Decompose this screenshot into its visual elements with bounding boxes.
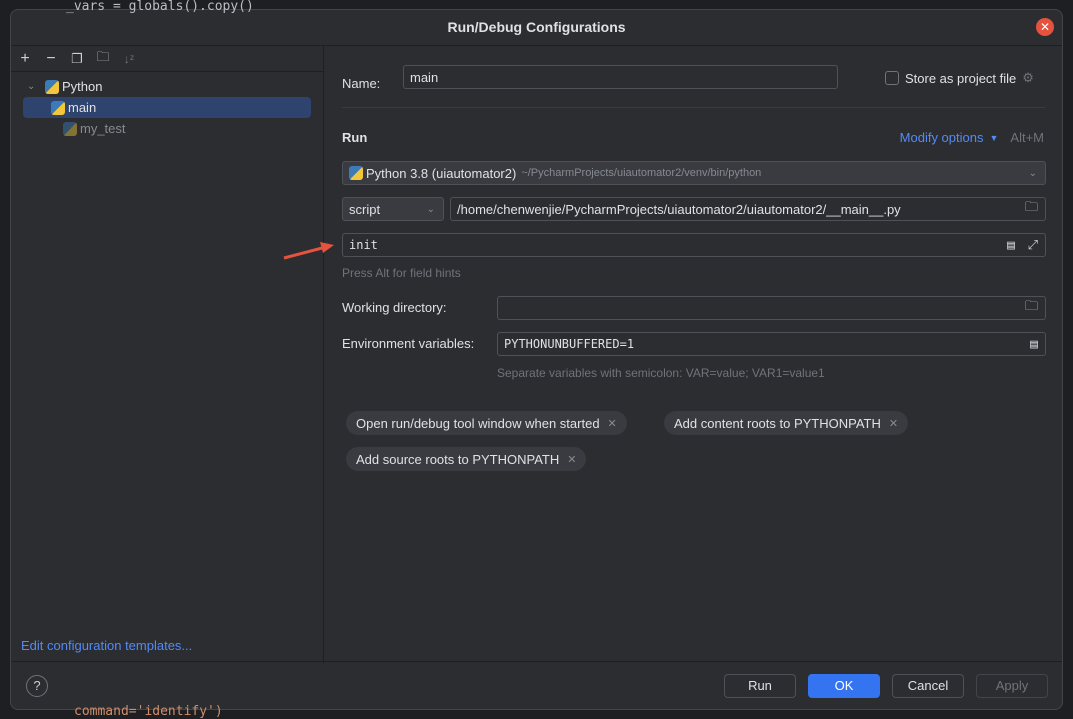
field-hint: Press Alt for field hints — [342, 266, 461, 280]
env-label: Environment variables: — [342, 336, 475, 351]
tree-item-label: main — [68, 100, 97, 115]
chip-content-roots[interactable]: Add content roots to PYTHONPATH ✕ — [664, 411, 909, 435]
edit-templates-link[interactable]: Edit configuration templates... — [21, 638, 192, 653]
gear-icon[interactable]: ⚙ — [1022, 70, 1034, 86]
red-arrow-annotation — [283, 242, 334, 260]
target-type-select[interactable]: script ⌄ — [342, 197, 444, 221]
list-icon[interactable]: ▤ — [1007, 238, 1015, 253]
chevron-down-icon: ▼ — [989, 132, 999, 143]
chip-source-roots[interactable]: Add source roots to PYTHONPATH ✕ — [346, 447, 587, 471]
run-section-label: Run — [342, 130, 368, 145]
script-path-input[interactable]: /home/chenwenjie/PycharmProjects/uiautom… — [450, 197, 1046, 221]
tree-item-main[interactable]: main — [23, 97, 311, 118]
run-button[interactable]: Run — [724, 674, 796, 698]
folder-icon[interactable]: 🗀 — [1025, 198, 1038, 220]
divider — [342, 107, 1045, 108]
config-tree-panel: + − ❐ 🗀 ↓ᶻ ⌄ Python main my_test Edit co… — [11, 46, 324, 663]
copy-icon[interactable]: ❐ — [69, 51, 85, 67]
close-icon[interactable]: ✕ — [608, 417, 617, 430]
python-icon — [51, 100, 65, 115]
name-input[interactable]: main — [403, 65, 838, 89]
sort-icon[interactable]: ↓ᶻ — [121, 52, 137, 66]
workdir-label: Working directory: — [342, 300, 447, 315]
folder-icon[interactable]: 🗀 — [1025, 297, 1038, 319]
env-input[interactable]: PYTHONUNBUFFERED=1 ▤ — [497, 332, 1046, 356]
chip-open-tool-window[interactable]: Open run/debug tool window when started ✕ — [346, 411, 627, 435]
workdir-input[interactable]: 🗀 — [497, 296, 1046, 320]
new-folder-icon[interactable]: 🗀 — [95, 48, 111, 70]
interpreter-select[interactable]: Python 3.8 (uiautomator2) ~/PycharmProje… — [342, 161, 1046, 185]
config-form: Name: main Store as project file ⚙ Run M… — [325, 46, 1062, 663]
config-tree: ⌄ Python main my_test — [11, 72, 323, 139]
chevron-down-icon[interactable]: ⌄ — [27, 81, 45, 92]
close-button[interactable]: ✕ — [1036, 18, 1054, 36]
ok-button[interactable]: OK — [808, 674, 880, 698]
chevron-down-icon: ⌄ — [1028, 167, 1037, 179]
store-checkbox[interactable] — [885, 71, 899, 85]
parameters-input[interactable]: init ▤ ⤢ — [342, 233, 1046, 257]
tree-group-label: Python — [62, 79, 103, 94]
chevron-down-icon: ⌄ — [426, 203, 435, 215]
add-icon[interactable]: + — [17, 50, 33, 68]
background-code-bottom: command='identify') — [74, 704, 223, 719]
python-icon — [63, 121, 77, 136]
tree-item-label: my_test — [80, 121, 126, 136]
python-icon — [349, 166, 363, 180]
tree-toolbar: + − ❐ 🗀 ↓ᶻ — [11, 46, 323, 72]
list-icon[interactable]: ▤ — [1030, 337, 1038, 352]
remove-icon[interactable]: − — [43, 50, 59, 68]
dialog-title: Run/Debug Configurations — [11, 10, 1062, 46]
cancel-button[interactable]: Cancel — [892, 674, 964, 698]
modify-options-button[interactable]: Modify options ▼ Alt+M — [900, 130, 1044, 145]
background-code-top: _vars = globals().copy() — [66, 0, 254, 14]
env-hint: Separate variables with semicolon: VAR=v… — [497, 366, 825, 380]
dialog-footer: ? Run OK Cancel Apply — [11, 661, 1062, 709]
run-debug-dialog: Run/Debug Configurations ✕ + − ❐ 🗀 ↓ᶻ ⌄ … — [10, 9, 1063, 710]
name-label: Name: — [342, 76, 381, 91]
store-as-project-file[interactable]: Store as project file ⚙ — [885, 70, 1034, 86]
python-icon — [45, 79, 59, 94]
apply-button[interactable]: Apply — [976, 674, 1048, 698]
close-icon[interactable]: ✕ — [567, 453, 576, 466]
expand-icon[interactable]: ⤢ — [1028, 238, 1038, 253]
close-icon[interactable]: ✕ — [889, 417, 898, 430]
help-button[interactable]: ? — [26, 675, 48, 697]
tree-item-my-test[interactable]: my_test — [11, 118, 323, 139]
tree-group-python[interactable]: ⌄ Python — [11, 76, 323, 97]
